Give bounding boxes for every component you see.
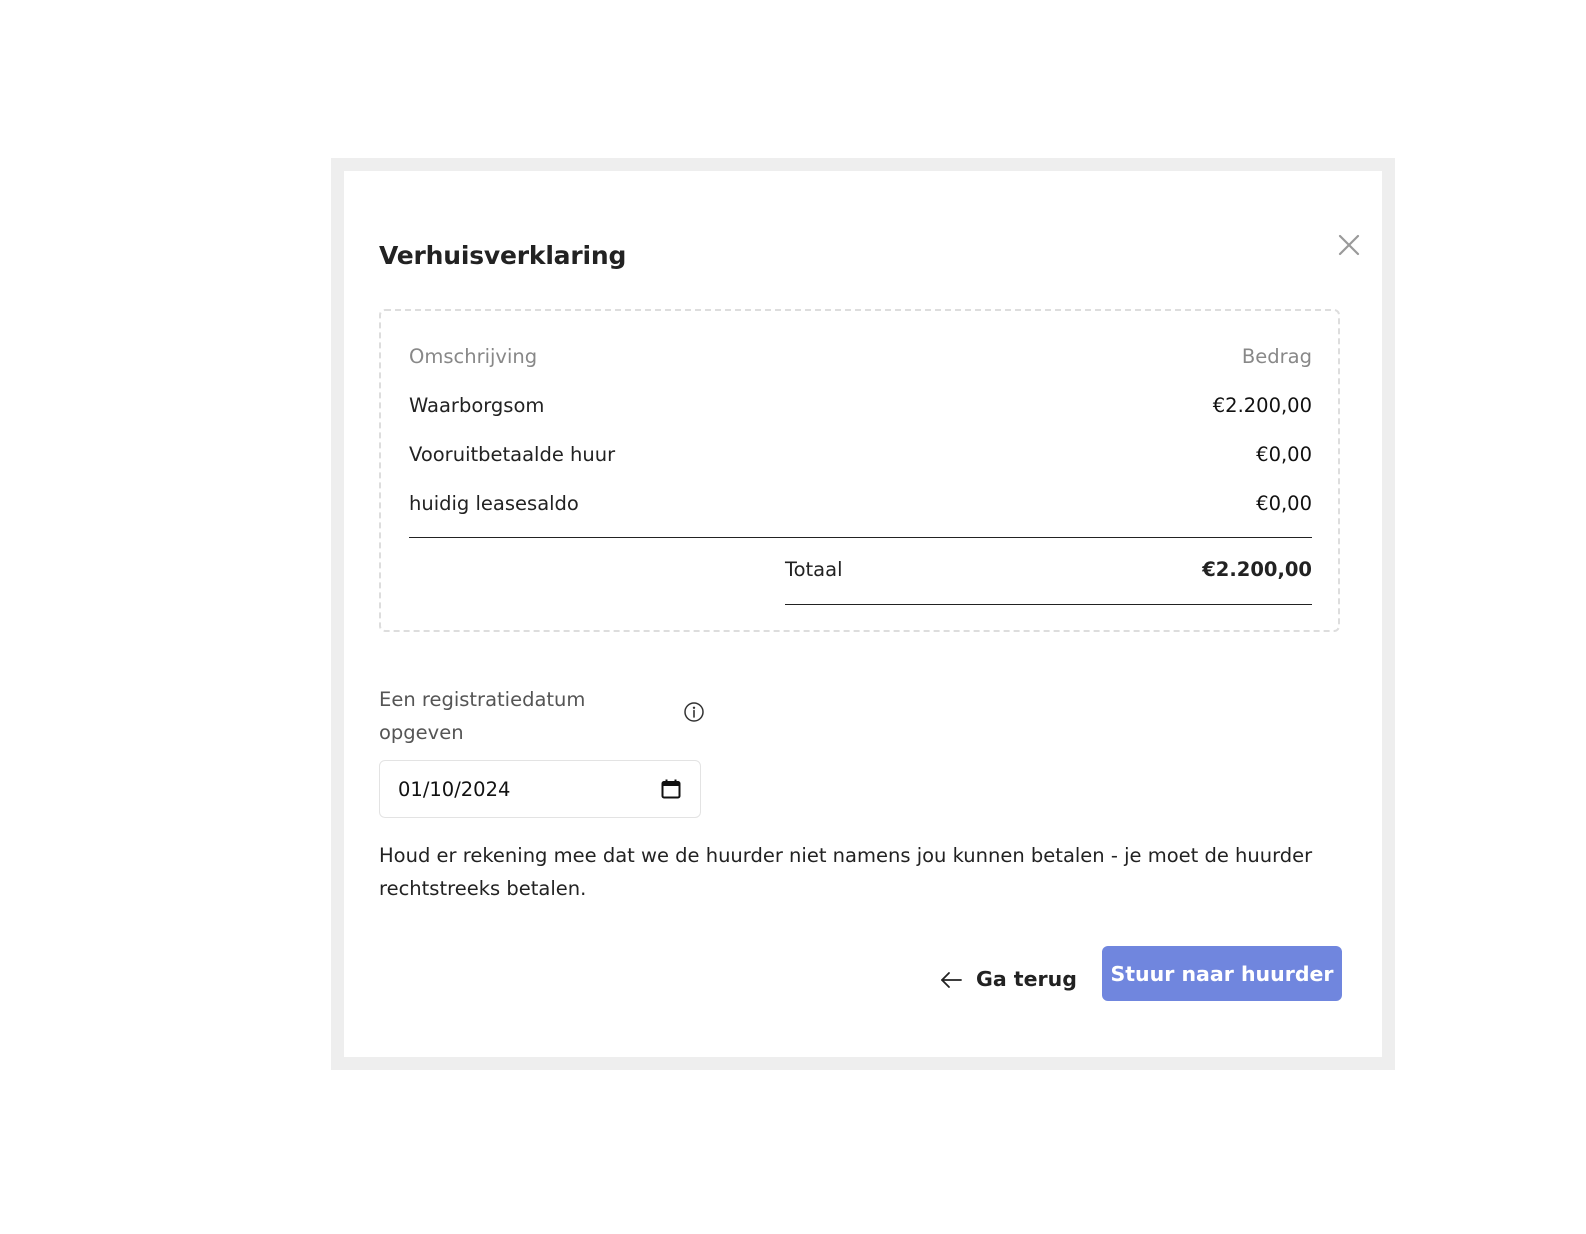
modal-title: Verhuisverklaring [379, 241, 627, 270]
row-amount: €0,00 [1256, 443, 1312, 466]
send-to-tenant-button[interactable]: Stuur naar huurder [1102, 946, 1342, 1001]
row-amount: €0,00 [1256, 492, 1312, 515]
row-description: huidig leasesaldo [409, 492, 579, 515]
back-button[interactable]: Ga terug [940, 957, 1077, 1001]
modal-dialog: Verhuisverklaring Omschrijving Bedrag Wa… [344, 171, 1382, 1057]
summary-header-row: Omschrijving Bedrag [409, 345, 1312, 368]
column-header-description: Omschrijving [409, 345, 538, 368]
column-header-amount: Bedrag [1241, 345, 1312, 368]
amount-summary-box: Omschrijving Bedrag Waarborgsom €2.200,0… [379, 309, 1340, 632]
row-amount: €2.200,00 [1212, 394, 1312, 417]
row-description: Waarborgsom [409, 394, 545, 417]
payment-note: Houd er rekening mee dat we de huurder n… [379, 844, 1313, 900]
summary-row: huidig leasesaldo €0,00 [409, 492, 1312, 515]
date-value: 01/10/2024 [398, 777, 511, 801]
total-underline [785, 604, 1312, 605]
summary-row: Vooruitbetaalde huur €0,00 [409, 443, 1312, 466]
close-icon[interactable] [1335, 231, 1363, 259]
total-amount: €2.200,00 [1202, 558, 1312, 581]
summary-row: Waarborgsom €2.200,00 [409, 394, 1312, 417]
modal-backdrop-frame: Verhuisverklaring Omschrijving Bedrag Wa… [331, 158, 1395, 1070]
info-icon[interactable] [683, 701, 705, 723]
summary-divider [409, 537, 1312, 538]
back-button-label: Ga terug [976, 967, 1077, 991]
total-row: Totaal €2.200,00 [785, 558, 1312, 581]
registration-date-input[interactable]: 01/10/2024 [379, 760, 701, 818]
arrow-left-icon [940, 970, 962, 988]
registration-date-label: Een registratiedatum opgeven [379, 688, 586, 744]
total-label: Totaal [785, 558, 843, 581]
row-description: Vooruitbetaalde huur [409, 443, 616, 466]
calendar-icon[interactable] [660, 778, 682, 800]
